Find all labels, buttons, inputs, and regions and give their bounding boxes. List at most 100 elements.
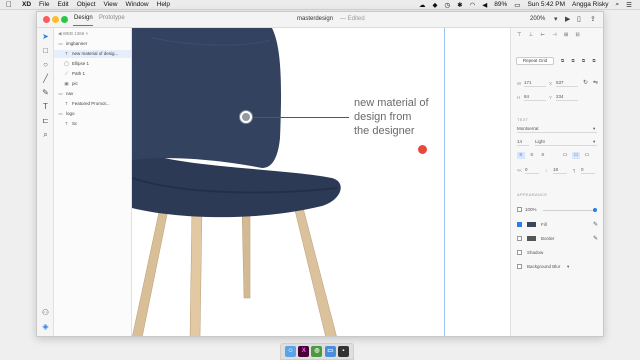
timemachine-icon[interactable]: ◷: [444, 1, 450, 9]
headline-text[interactable]: new material of design from the designer: [354, 96, 454, 138]
layer-item[interactable]: ▭ logo: [54, 110, 131, 118]
battery-icon[interactable]: ▭: [514, 1, 520, 9]
repeat-grid-button[interactable]: Repeat Grid: [516, 57, 554, 65]
apple-menu-icon[interactable]: : [6, 0, 16, 10]
search-icon[interactable]: ⌕: [616, 1, 620, 9]
rectangle-tool-icon[interactable]: □: [41, 46, 50, 55]
chair-image[interactable]: [132, 28, 510, 337]
bluetooth-icon[interactable]: ✱: [457, 1, 462, 9]
text-fixed-icon[interactable]: ▭: [583, 152, 591, 159]
opacity-value[interactable]: 100%: [525, 207, 537, 212]
layer-item[interactable]: ▣ pic: [54, 80, 131, 88]
share-icon[interactable]: ⇪: [590, 15, 596, 24]
battery-percent[interactable]: 89%: [494, 1, 507, 8]
opacity-slider-knob[interactable]: [593, 208, 597, 212]
font-weight-chevron-icon[interactable]: ▾: [593, 139, 595, 145]
rotate-icon[interactable]: ↻: [583, 79, 588, 86]
y-field[interactable]: 234: [556, 93, 578, 101]
char-spacing-field[interactable]: 0: [525, 166, 539, 174]
notification-center-icon[interactable]: ☰: [626, 1, 632, 9]
dropbox-icon[interactable]: ◆: [432, 1, 437, 9]
menubar-user[interactable]: Angga Risky: [572, 1, 609, 8]
align-icons[interactable]: ⊤ ⊥ ⊢ ⊣ ⊞ ⊟: [517, 32, 583, 38]
zoom-dropdown-icon[interactable]: ▾: [554, 15, 558, 24]
text-autowidth-icon[interactable]: ▭: [561, 152, 569, 159]
border-swatch[interactable]: [527, 236, 536, 241]
font-family-select[interactable]: Montserrat: [517, 125, 597, 133]
layer-item[interactable]: ◯ Ellipse 1: [54, 60, 131, 68]
fill-swatch[interactable]: [527, 222, 536, 227]
menu-window[interactable]: Window: [126, 1, 149, 8]
wifi-icon[interactable]: ◠: [470, 1, 476, 9]
connector-line[interactable]: [251, 117, 349, 118]
text-align-left-icon[interactable]: ≡: [517, 152, 525, 159]
select-tool-icon[interactable]: ➤: [41, 32, 50, 41]
folder-icon[interactable]: ▭: [324, 346, 336, 357]
text-align-center-icon[interactable]: ≡: [528, 152, 536, 159]
font-size-field[interactable]: 14: [517, 138, 529, 146]
window-close-button[interactable]: [43, 16, 50, 23]
menu-help[interactable]: Help: [157, 1, 170, 8]
blur-checkbox[interactable]: [517, 264, 522, 269]
shadow-checkbox[interactable]: [517, 250, 522, 255]
text-align-right-icon[interactable]: ≡: [539, 152, 547, 159]
line-spacing-field[interactable]: 18: [553, 166, 567, 174]
text-section-title: TEXT: [517, 117, 529, 122]
fill-eyedropper-icon[interactable]: ✎: [593, 221, 598, 228]
menu-view[interactable]: View: [104, 1, 118, 8]
adobe-xd-icon[interactable]: X: [298, 346, 310, 357]
symbols-icon[interactable]: ⚇: [41, 308, 50, 317]
ellipse-tool-icon[interactable]: ○: [41, 60, 50, 69]
layers-breadcrumb[interactable]: ◀ WEB 1366 ×: [58, 31, 88, 37]
layer-item[interactable]: T Featured Promot...: [54, 100, 131, 108]
layer-item[interactable]: ⟋ Path 1: [54, 70, 131, 78]
blur-chevron-icon[interactable]: ▾: [567, 264, 569, 270]
tab-design[interactable]: Design: [74, 15, 93, 21]
boolean-ops-icons[interactable]: ⧉ ⧉ ⧉ ⧉: [561, 58, 599, 63]
para-spacing-icon: ¶: [573, 168, 576, 173]
opacity-slider[interactable]: [543, 208, 597, 212]
finder-icon[interactable]: ☺: [285, 346, 297, 357]
volume-icon[interactable]: ◀: [482, 1, 487, 9]
text-tool-icon[interactable]: T: [41, 102, 50, 111]
pen-tool-icon[interactable]: ✎: [41, 88, 50, 97]
x-field[interactable]: 537: [556, 79, 578, 87]
device-preview-icon[interactable]: ▯: [577, 15, 581, 24]
layer-item[interactable]: T Sc: [54, 120, 131, 128]
line-tool-icon[interactable]: ╱: [41, 74, 50, 83]
para-spacing-field[interactable]: 0: [581, 166, 595, 174]
border-checkbox[interactable]: [517, 236, 522, 241]
layer-item[interactable]: ▭ nav: [54, 90, 131, 98]
menu-app-name[interactable]: XD: [22, 1, 31, 8]
window-maximize-button[interactable]: [61, 16, 68, 23]
ellipse-layer-icon: ◯: [64, 61, 70, 66]
text-area-icon[interactable]: ▭: [572, 152, 580, 159]
zoom-tool-icon[interactable]: ⌕: [41, 130, 50, 139]
terminal-icon[interactable]: ▪: [337, 346, 349, 357]
layer-item-selected[interactable]: Tnew material of desig...: [54, 50, 131, 58]
menu-file[interactable]: File: [39, 1, 49, 8]
hotspot-ellipse[interactable]: [240, 111, 252, 123]
desktop-preview-icon[interactable]: ▶: [565, 15, 570, 24]
font-weight-select[interactable]: Light: [535, 138, 597, 146]
app-green-icon[interactable]: ◎: [311, 346, 323, 357]
creative-cloud-icon[interactable]: ☁: [419, 1, 426, 9]
height-field[interactable]: 84: [524, 93, 546, 101]
design-canvas[interactable]: new material of design from the designer: [132, 28, 510, 337]
font-family-chevron-icon[interactable]: ▾: [593, 126, 595, 132]
layers-icon[interactable]: ◈: [41, 322, 50, 331]
artboard-tool-icon[interactable]: ⊏: [41, 116, 50, 125]
zoom-level[interactable]: 200%: [530, 16, 545, 22]
window-minimize-button[interactable]: [52, 16, 59, 23]
menu-object[interactable]: Object: [77, 1, 96, 8]
width-field[interactable]: 171: [524, 79, 546, 87]
path-layer-icon: ⟋: [64, 71, 69, 76]
layer-item[interactable]: ▭ imgbanner: [54, 40, 131, 48]
flip-icon[interactable]: ⇋: [593, 79, 598, 86]
border-eyedropper-icon[interactable]: ✎: [593, 235, 598, 242]
fill-checkbox[interactable]: [517, 222, 522, 227]
menu-edit[interactable]: Edit: [58, 1, 69, 8]
tab-prototype[interactable]: Prototype: [99, 15, 125, 21]
layer-label: Path 1: [72, 71, 86, 76]
menubar-clock[interactable]: Sun 5:42 PM: [527, 1, 565, 8]
